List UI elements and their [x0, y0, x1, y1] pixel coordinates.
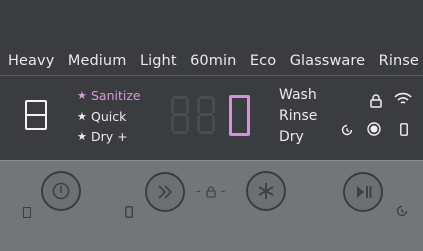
option-dry-plus: ★ Dry +: [77, 127, 141, 148]
program-rinse[interactable]: Rinse: [379, 53, 419, 69]
program-light[interactable]: Light: [140, 53, 177, 69]
program-glassware[interactable]: Glassware: [290, 53, 365, 69]
phone-icon: [400, 123, 408, 136]
delay-timer-icon: [341, 124, 353, 136]
door-icon: [23, 207, 31, 218]
play-pause-icon: [357, 186, 372, 198]
option-button[interactable]: [246, 171, 286, 211]
status-rinse: Rinse: [279, 108, 318, 124]
unlit-digit: [197, 96, 215, 134]
option-list: ★ Sanitize ★ Quick ★ Dry +: [77, 86, 141, 148]
status-list: Wash Rinse Dry: [279, 85, 317, 148]
program-60min[interactable]: 60min: [190, 53, 236, 69]
option-label: Sanitize: [91, 88, 141, 103]
power-button[interactable]: [41, 171, 81, 211]
lock-icon: [370, 94, 382, 108]
start-pause-button[interactable]: [343, 172, 383, 212]
dash: -: [220, 184, 226, 199]
option-quick: ★ Quick: [77, 107, 141, 128]
program-heavy[interactable]: Heavy: [8, 53, 54, 69]
door-icon: [25, 100, 47, 130]
tablet-icon: [367, 122, 381, 136]
option-sanitize: ★ Sanitize: [77, 86, 141, 107]
program-eco[interactable]: Eco: [250, 53, 276, 69]
phone-icon: [125, 206, 133, 218]
star-icon: ★: [77, 130, 87, 143]
power-icon: [52, 182, 70, 200]
option-label: Quick: [91, 108, 127, 124]
star-icon: ★: [77, 89, 87, 102]
child-lock-indicator: - -: [196, 184, 225, 199]
fast-forward-icon: [158, 185, 173, 199]
delay-timer-icon: [396, 205, 408, 217]
program-medium[interactable]: Medium: [68, 53, 127, 69]
program-select-button[interactable]: [145, 172, 185, 212]
divider: [0, 75, 423, 76]
wifi-icon: [394, 92, 412, 104]
program-list: Heavy Medium Light 60min Eco Glassware R…: [0, 50, 423, 72]
status-wash: Wash: [279, 87, 317, 103]
star-icon: ★: [77, 109, 87, 123]
dash: -: [196, 184, 201, 199]
asterisk-icon: [258, 183, 274, 199]
lock-icon: [206, 185, 216, 198]
option-label: Dry +: [91, 129, 128, 144]
unlit-digit: [171, 96, 189, 134]
status-dry: Dry: [279, 129, 304, 145]
lit-digit-zero: [229, 95, 250, 136]
